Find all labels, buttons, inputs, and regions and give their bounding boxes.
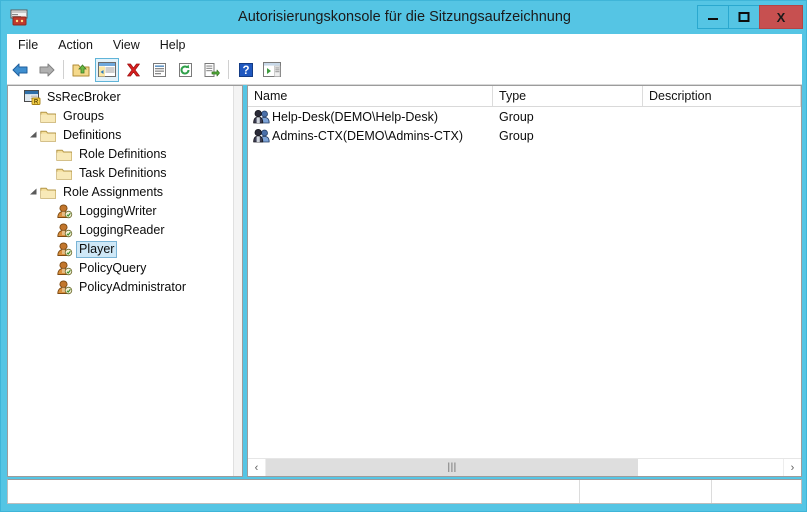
- tree-item-label: PolicyAdministrator: [79, 280, 186, 294]
- chevron-expanded-icon[interactable]: [26, 131, 40, 140]
- menu-item-view[interactable]: View: [104, 36, 149, 54]
- svg-text:?: ?: [242, 65, 249, 77]
- tree-item-role-assignments[interactable]: Role Assignments: [8, 183, 234, 202]
- menu-bar: File Action View Help: [7, 34, 802, 56]
- role-assignment-icon: [56, 223, 73, 238]
- role-assignment-icon: [56, 280, 73, 295]
- status-pane-1: [8, 480, 580, 503]
- status-bar: [7, 479, 802, 504]
- cell-name: Help-Desk(DEMO\Help-Desk): [248, 109, 493, 124]
- tree-item-groups[interactable]: Groups: [8, 107, 234, 126]
- folder-icon: [40, 109, 57, 124]
- scroll-right-arrow-icon[interactable]: ›: [783, 459, 801, 476]
- tree-item-label: SsRecBroker: [47, 90, 121, 104]
- list-view-rows: Help-Desk(DEMO\Help-Desk) Group Admins-CTX…: [248, 107, 801, 458]
- tree-item-policyquery[interactable]: PolicyQuery: [8, 259, 234, 278]
- toolbar-separator: [63, 60, 64, 79]
- properties-button[interactable]: [147, 58, 171, 82]
- cell-name-label: Admins-CTX(DEMO\Admins-CTX): [272, 128, 463, 143]
- tree-item-label: Groups: [63, 109, 104, 123]
- tree-item-player[interactable]: Player: [8, 240, 234, 259]
- menu-item-file[interactable]: File: [9, 36, 47, 54]
- folder-icon: [56, 147, 73, 162]
- menu-item-action[interactable]: Action: [49, 36, 102, 54]
- window-controls: X: [697, 5, 803, 29]
- tree-item-definitions[interactable]: Definitions: [8, 126, 234, 145]
- tree-item-label: LoggingWriter: [79, 204, 157, 218]
- column-header-description[interactable]: Description: [643, 86, 801, 106]
- role-assignment-icon: [56, 204, 73, 219]
- console-tree: R SsRecBroker Groups Definitions Role Defini…: [8, 88, 234, 297]
- cell-name: Admins-CTX(DEMO\Admins-CTX): [248, 128, 493, 143]
- tree-item-ssrecbroker[interactable]: R SsRecBroker: [8, 88, 234, 107]
- table-row[interactable]: Help-Desk(DEMO\Help-Desk) Group: [248, 107, 801, 126]
- tree-item-loggingwriter[interactable]: LoggingWriter: [8, 202, 234, 221]
- tree-item-task-definitions[interactable]: Task Definitions: [8, 164, 234, 183]
- scrollbar-thumb[interactable]: |||: [266, 459, 639, 476]
- show-hide-console-tree-button[interactable]: [95, 57, 119, 82]
- delete-button[interactable]: [121, 58, 145, 82]
- minimize-button[interactable]: [697, 5, 729, 29]
- console-root-icon: R: [24, 90, 41, 105]
- column-header-type[interactable]: Type: [493, 86, 643, 106]
- chevron-expanded-icon[interactable]: [26, 188, 40, 197]
- forward-button[interactable]: [34, 58, 58, 82]
- list-column-headers: Name Type Description: [248, 86, 801, 107]
- svg-text:R: R: [34, 99, 39, 105]
- role-assignment-icon: [56, 261, 73, 276]
- help-button[interactable]: ?: [234, 58, 258, 82]
- tree-item-role-definitions[interactable]: Role Definitions: [8, 145, 234, 164]
- folder-icon: [40, 128, 57, 143]
- folder-icon: [56, 166, 73, 181]
- group-members-icon: [253, 128, 270, 143]
- toolbar-separator: [228, 60, 229, 79]
- tree-item-label: Definitions: [63, 128, 122, 142]
- tree-item-label: Player: [76, 241, 118, 258]
- tree-item-label: Task Definitions: [79, 166, 167, 180]
- show-hide-action-pane-button[interactable]: [260, 58, 284, 82]
- table-row[interactable]: Admins-CTX(DEMO\Admins-CTX) Group: [248, 126, 801, 145]
- list-horizontal-scrollbar[interactable]: ‹ ||| ›: [248, 458, 801, 476]
- tree-item-label: LoggingReader: [79, 223, 165, 237]
- role-assignment-icon: [56, 242, 73, 257]
- list-view-pane: Name Type Description Help-Desk(DEMO\Help-…: [247, 85, 802, 477]
- refresh-button[interactable]: [173, 58, 197, 82]
- console-tree-pane: R SsRecBroker Groups Definitions Role Defini…: [7, 85, 243, 477]
- status-pane-3: [712, 480, 801, 503]
- menu-item-help[interactable]: Help: [151, 36, 195, 54]
- cell-name-label: Help-Desk(DEMO\Help-Desk): [272, 109, 438, 124]
- export-list-button[interactable]: [199, 58, 223, 82]
- tree-item-loggingreader[interactable]: LoggingReader: [8, 221, 234, 240]
- tree-item-label: Role Definitions: [79, 147, 167, 161]
- toolbar: ?: [7, 55, 802, 85]
- group-members-icon: [253, 109, 270, 124]
- tree-vertical-scrollbar[interactable]: [233, 86, 242, 476]
- window-title: Autorisierungskonsole für die Sitzungsau…: [238, 9, 571, 25]
- tree-item-label: Role Assignments: [63, 185, 164, 199]
- status-pane-2: [580, 480, 712, 503]
- title-bar: Autorisierungskonsole für die Sitzungsau…: [1, 1, 806, 34]
- up-one-level-button[interactable]: [69, 58, 93, 82]
- application-window: Autorisierungskonsole für die Sitzungsau…: [0, 0, 807, 512]
- cell-type: Group: [499, 128, 534, 143]
- cell-type: Group: [499, 109, 534, 124]
- column-header-name[interactable]: Name: [248, 86, 493, 106]
- folder-icon: [40, 185, 57, 200]
- scrollbar-track[interactable]: |||: [266, 459, 783, 476]
- content-panes: R SsRecBroker Groups Definitions Role Defini…: [7, 85, 802, 477]
- back-button[interactable]: [8, 58, 32, 82]
- tree-item-policyadministrator[interactable]: PolicyAdministrator: [8, 278, 234, 297]
- close-button[interactable]: X: [759, 5, 803, 29]
- scrollbar-grip-icon: |||: [447, 462, 457, 473]
- maximize-button[interactable]: [728, 5, 760, 29]
- scroll-left-arrow-icon[interactable]: ‹: [248, 459, 266, 476]
- tree-item-label: PolicyQuery: [79, 261, 147, 275]
